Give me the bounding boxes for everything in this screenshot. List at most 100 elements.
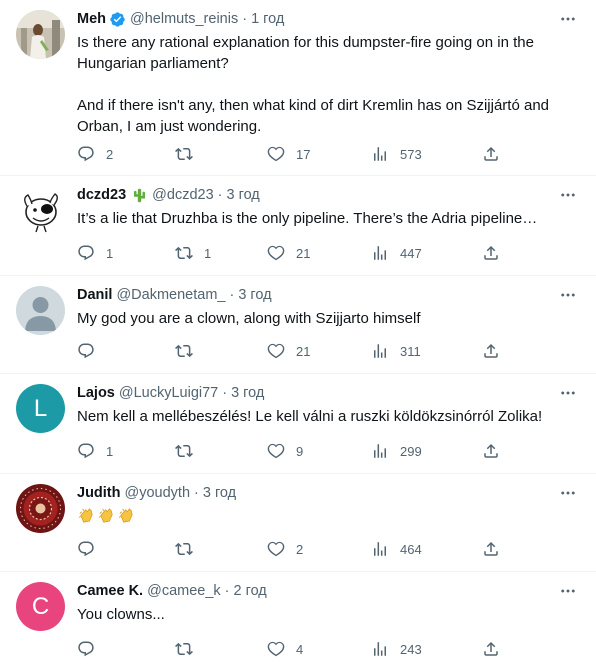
like-button[interactable]: 21 — [267, 242, 310, 264]
share-button[interactable] — [482, 143, 500, 165]
views-button[interactable]: 573 — [371, 143, 422, 165]
avatar[interactable] — [16, 484, 65, 533]
reply-button[interactable] — [77, 638, 106, 660]
display-name[interactable]: Meh — [77, 11, 106, 27]
display-name[interactable]: Camee K. — [77, 583, 143, 599]
like-count: 21 — [296, 245, 311, 261]
bar-chart-icon — [371, 442, 389, 460]
tweet-text: Nem kell a mellébeszélés! Le kell válni … — [77, 408, 543, 425]
heart-icon — [267, 640, 285, 658]
like-button[interactable]: 2 — [267, 538, 303, 560]
clapping-hands-icon — [97, 506, 116, 525]
reply-tweet[interactable]: dczd23 @dczd23 · 3 год It’s a lie that D… — [0, 176, 596, 276]
views-button[interactable]: 299 — [371, 440, 422, 462]
views-button[interactable]: 311 — [371, 340, 421, 362]
retweet-button[interactable] — [175, 538, 204, 560]
views-button[interactable]: 464 — [371, 538, 422, 560]
tweet-actions: 4 243 — [77, 638, 580, 660]
like-button[interactable]: 9 — [267, 440, 303, 462]
like-count: 4 — [296, 641, 304, 657]
reply-tweet[interactable]: C Camee K. @camee_k · 2 год You clowns..… — [0, 572, 596, 672]
reply-button[interactable] — [77, 538, 106, 560]
reply-tweet[interactable]: L Lajos @LuckyLuigi77 · 3 год Nem kell a… — [0, 374, 596, 474]
view-count: 464 — [400, 541, 422, 557]
avatar[interactable]: L — [16, 384, 65, 433]
reply-button[interactable]: 2 — [77, 143, 113, 165]
more-options-icon[interactable] — [556, 579, 580, 603]
share-icon — [482, 442, 500, 460]
separator-dot: · — [229, 287, 235, 303]
reply-icon — [77, 442, 95, 460]
heart-icon — [267, 442, 285, 460]
view-count: 447 — [400, 245, 422, 261]
retweet-button[interactable] — [175, 638, 204, 660]
user-handle[interactable]: @youdyth — [125, 485, 191, 501]
share-button[interactable] — [482, 242, 500, 264]
more-options-icon[interactable] — [556, 381, 580, 405]
share-button[interactable] — [482, 538, 500, 560]
retweet-button[interactable] — [175, 143, 204, 165]
views-button[interactable]: 243 — [371, 638, 422, 660]
timestamp[interactable]: 3 год — [227, 187, 260, 203]
share-button[interactable] — [482, 340, 500, 362]
avatar[interactable] — [16, 10, 65, 59]
avatar[interactable] — [16, 186, 65, 235]
like-button[interactable]: 17 — [267, 143, 310, 165]
reply-button[interactable]: 1 — [77, 440, 113, 462]
retweet-icon — [175, 442, 193, 460]
more-options-icon[interactable] — [556, 283, 580, 307]
like-button[interactable]: 21 — [267, 340, 310, 362]
user-handle[interactable]: @Dakmenetam_ — [116, 287, 225, 303]
like-button[interactable]: 4 — [267, 638, 303, 660]
display-name[interactable]: dczd23 — [77, 187, 126, 203]
retweet-count: 1 — [204, 245, 212, 261]
heart-icon — [267, 145, 285, 163]
display-name[interactable]: Lajos — [77, 385, 115, 401]
timestamp[interactable]: 3 год — [203, 485, 236, 501]
timestamp[interactable]: 1 год — [251, 11, 284, 27]
separator-dot: · — [194, 485, 199, 501]
user-handle[interactable]: @camee_k — [147, 583, 221, 599]
reply-tweet[interactable]: Meh @helmuts_reinis · 1 год Is there any… — [0, 0, 596, 176]
share-button[interactable] — [482, 440, 500, 462]
tweet-actions: 21 311 — [77, 340, 580, 362]
more-options-icon[interactable] — [556, 183, 580, 207]
share-button[interactable] — [482, 638, 500, 660]
user-handle[interactable]: @LuckyLuigi77 — [119, 385, 218, 401]
views-button[interactable]: 447 — [371, 242, 422, 264]
reply-tweet[interactable]: Danil @Dakmenetam_ · 3 год My god you ar… — [0, 276, 596, 374]
timestamp[interactable]: 2 год — [234, 583, 267, 599]
share-icon — [482, 342, 500, 360]
retweet-button[interactable] — [175, 440, 204, 462]
reply-button[interactable]: 1 — [77, 242, 113, 264]
retweet-button[interactable]: 1 — [175, 242, 211, 264]
timestamp[interactable]: 3 год — [231, 385, 264, 401]
retweet-button[interactable] — [175, 340, 204, 362]
retweet-icon — [175, 244, 193, 262]
avatar[interactable]: C — [16, 582, 65, 631]
tweet-text: My god you are a clown, along with Szijj… — [77, 310, 421, 327]
share-icon — [482, 244, 500, 262]
more-options-icon[interactable] — [556, 481, 580, 505]
display-name[interactable]: Danil — [77, 287, 112, 303]
clapping-hands-icon — [77, 506, 96, 525]
verified-badge-icon — [109, 11, 126, 28]
more-options-icon[interactable] — [556, 7, 580, 31]
display-name[interactable]: Judith — [77, 485, 121, 501]
tweet-actions: 1 1 21 447 — [77, 242, 580, 264]
user-handle[interactable]: @dczd23 — [152, 187, 213, 203]
reply-button[interactable] — [77, 340, 106, 362]
timestamp[interactable]: 3 год — [238, 287, 271, 303]
default-avatar-icon[interactable] — [16, 286, 65, 335]
reply-icon — [77, 342, 95, 360]
like-count: 2 — [296, 541, 304, 557]
tweet-text: It’s a lie that Druzhba is the only pipe… — [77, 210, 538, 227]
share-icon — [482, 640, 500, 658]
user-handle[interactable]: @helmuts_reinis — [130, 11, 238, 27]
tweet-text: You clowns... — [77, 606, 165, 623]
view-count: 299 — [400, 443, 422, 459]
tweet-actions: 2 464 — [77, 538, 580, 560]
bar-chart-icon — [371, 244, 389, 262]
reply-tweet[interactable]: Judith @youdyth · 3 год 2 464 — [0, 474, 596, 572]
share-icon — [482, 540, 500, 558]
